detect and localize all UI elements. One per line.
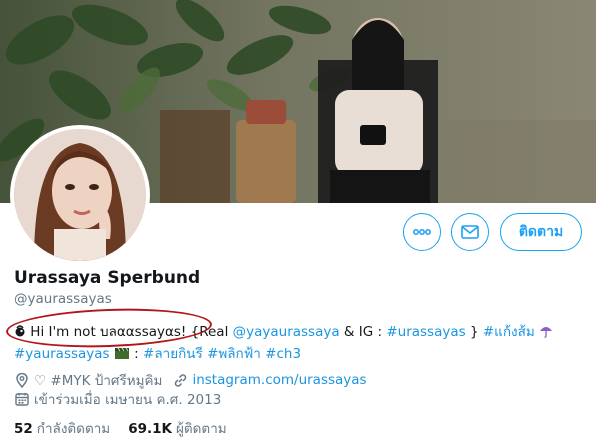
message-button[interactable] xyxy=(451,213,489,251)
display-name: Urassaya Sperbund xyxy=(14,268,201,288)
avatar-photo xyxy=(14,129,146,261)
link-icon xyxy=(172,372,188,388)
bio-separator: : xyxy=(129,346,144,362)
following-label: กำลังติดตาม xyxy=(36,421,111,437)
calendar-icon xyxy=(14,391,30,407)
envelope-icon xyxy=(461,225,479,239)
joined-row: เข้าร่วมเมื่อ เมษายน ค.ศ. 2013 xyxy=(14,388,221,410)
bio-line-2: #yaurassayas : #ลายกินรี #พลิกฟ้า #ch3 xyxy=(14,342,301,364)
website-link[interactable]: instagram.com/urassayas xyxy=(192,372,366,388)
bio-line-1: Hi I'm not บลααssayαs! {Real @yayaurassa… xyxy=(14,320,553,342)
hashtag-link-urassayas[interactable]: #urassayas xyxy=(386,324,465,340)
bio-text-brace: } xyxy=(465,324,483,340)
following-count[interactable]: 52 กำลังติดตาม xyxy=(14,417,110,439)
hashtag-link-ch3[interactable]: #ch3 xyxy=(265,346,301,362)
follow-button[interactable]: ติดตาม xyxy=(500,213,582,251)
location-pin-icon xyxy=(14,372,30,388)
joined-date: เข้าร่วมเมื่อ เมษายน ค.ศ. 2013 xyxy=(34,392,222,408)
followers-count[interactable]: 69.1K ผู้ติดตาม xyxy=(128,417,226,439)
hashtag-link-kaengsom[interactable]: #แก้งส้ม xyxy=(483,324,535,340)
avatar-portrait xyxy=(14,129,146,261)
follow-counts: 52 กำลังติดตาม 69.1K ผู้ติดตาม xyxy=(14,417,245,439)
followers-label: ผู้ติดตาม xyxy=(175,421,227,437)
more-button[interactable] xyxy=(403,213,441,251)
hashtag-link-plikfah[interactable]: #พลิกฟ้า xyxy=(207,346,261,362)
more-dots-icon xyxy=(413,229,431,235)
following-value: 52 xyxy=(14,421,33,437)
followers-value: 69.1K xyxy=(128,421,172,437)
avatar[interactable] xyxy=(10,125,150,265)
bio-text-prefix: Hi I'm not บลααssayαs! {Real xyxy=(30,324,233,340)
bio-text-mid: & IG : xyxy=(339,324,387,340)
clapper-emoji-icon xyxy=(114,347,130,364)
dragon-emoji-icon xyxy=(14,325,26,342)
hashtag-link-yaurassayas[interactable]: #yaurassayas xyxy=(14,346,110,362)
hashtag-link-laikinnaree[interactable]: #ลายกินรี xyxy=(143,346,203,362)
username: @yaurassayas xyxy=(14,291,112,307)
umbrella-emoji-icon xyxy=(539,324,553,342)
mention-link[interactable]: @yayaurassaya xyxy=(233,324,340,340)
